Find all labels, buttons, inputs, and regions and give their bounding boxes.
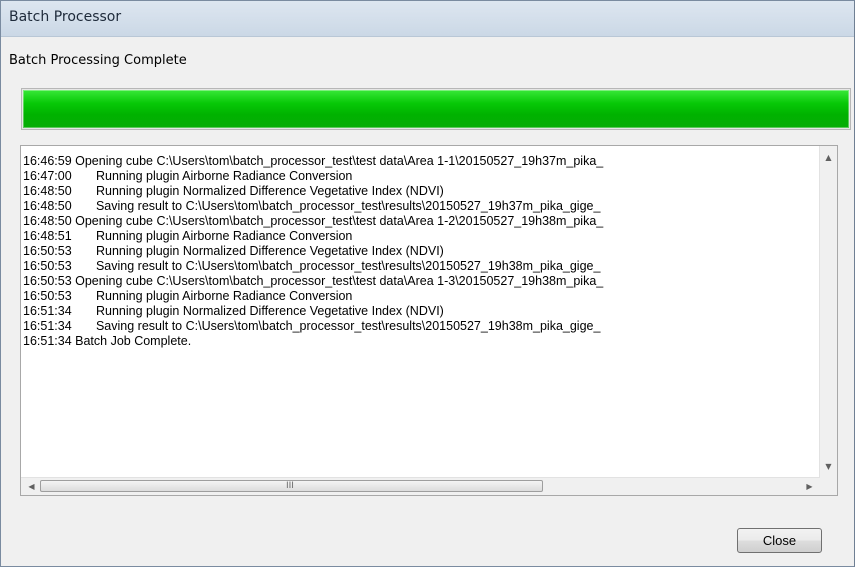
close-button[interactable]: Close: [737, 528, 822, 553]
log-line: 16:50:53 Opening cube C:\Users\tom\batch…: [23, 274, 604, 288]
scroll-grip-icon: III: [286, 481, 294, 491]
chevron-right-icon[interactable]: ▶: [801, 478, 818, 495]
log-line: 16:48:50 Running plugin Normalized Diffe…: [23, 184, 444, 198]
chevron-down-icon[interactable]: ▼: [820, 458, 837, 475]
batch-processor-window: Batch Processor Batch Processing Complet…: [0, 0, 855, 567]
log-output[interactable]: 16:46:59 Opening cube C:\Users\tom\batch…: [20, 145, 838, 496]
log-line: 16:51:34 Running plugin Normalized Diffe…: [23, 304, 444, 318]
progress-bar-fill: [23, 90, 849, 128]
log-line: 16:47:00 Running plugin Airborne Radianc…: [23, 169, 353, 183]
log-line: 16:51:34 Saving result to C:\Users\tom\b…: [23, 319, 601, 333]
log-line: 16:50:53 Running plugin Normalized Diffe…: [23, 244, 444, 258]
window-title: Batch Processor: [9, 9, 122, 25]
chevron-up-icon[interactable]: ▲: [820, 149, 837, 166]
log-line: 16:50:53 Saving result to C:\Users\tom\b…: [23, 259, 601, 273]
title-bar[interactable]: Batch Processor: [1, 1, 854, 37]
horizontal-scrollbar[interactable]: ◀ III ▶: [21, 477, 820, 495]
scroll-corner: [820, 478, 837, 495]
log-line: 16:50:53 Running plugin Airborne Radianc…: [23, 289, 353, 303]
log-line: 16:48:50 Opening cube C:\Users\tom\batch…: [23, 214, 604, 228]
log-line: 16:48:50 Saving result to C:\Users\tom\b…: [23, 199, 601, 213]
vertical-scrollbar[interactable]: ▲ ▼: [819, 146, 837, 478]
progress-bar: [21, 88, 851, 130]
log-lines: 16:46:59 Opening cube C:\Users\tom\batch…: [23, 154, 819, 479]
log-line: 16:51:34 Batch Job Complete.: [23, 334, 192, 348]
log-line: 16:46:59 Opening cube C:\Users\tom\batch…: [23, 154, 604, 168]
status-message: Batch Processing Complete: [9, 53, 187, 68]
chevron-left-icon[interactable]: ◀: [23, 478, 40, 495]
horizontal-scroll-thumb[interactable]: III: [40, 480, 543, 492]
log-line: 16:48:51 Running plugin Airborne Radianc…: [23, 229, 353, 243]
